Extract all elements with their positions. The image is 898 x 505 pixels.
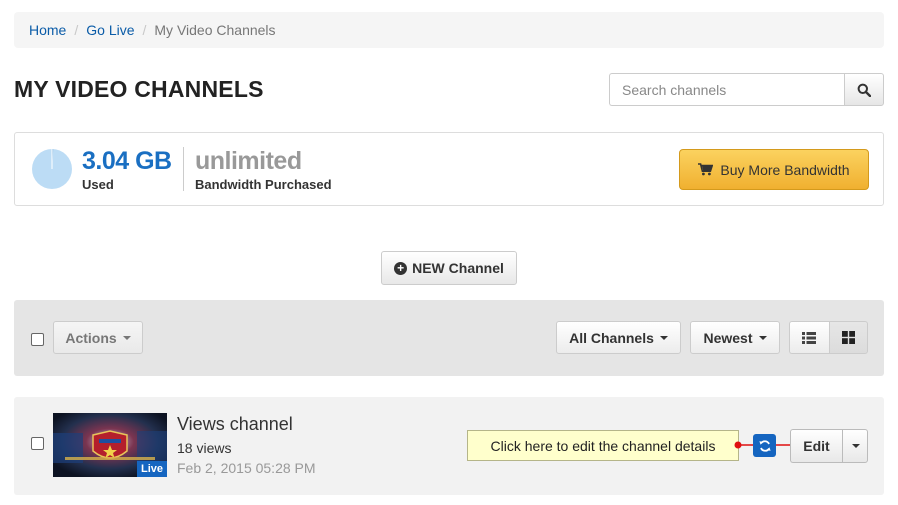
bandwidth-panel: 3.04 GB Used unlimited Bandwidth Purchas…	[14, 132, 884, 206]
edit-options-dropdown[interactable]	[842, 429, 868, 463]
edit-split-button: Edit	[790, 429, 868, 463]
sort-label: Newest	[703, 329, 753, 346]
bandwidth-usage-pie	[32, 149, 72, 189]
search-box	[609, 73, 884, 106]
channel-filter-label: All Channels	[569, 329, 654, 346]
breadcrumb: Home / Go Live / My Video Channels	[14, 12, 884, 48]
list-view-button[interactable]	[789, 321, 829, 354]
channel-list-item: Live Views channel 18 views Feb 2, 2015 …	[14, 397, 884, 495]
search-input[interactable]	[609, 73, 844, 106]
sort-dropdown[interactable]: Newest	[690, 321, 780, 354]
shopping-cart-icon	[698, 163, 714, 176]
sync-icon[interactable]	[753, 434, 776, 457]
actions-label: Actions	[65, 329, 117, 346]
breadcrumb-separator: /	[142, 22, 147, 38]
search-button[interactable]	[844, 73, 884, 106]
select-all-checkbox[interactable]	[31, 333, 44, 346]
grid-view-button[interactable]	[828, 321, 868, 354]
bandwidth-used-value: 3.04 GB	[82, 147, 172, 175]
actions-dropdown[interactable]: Actions	[53, 321, 143, 354]
channel-select-checkbox[interactable]	[31, 437, 44, 450]
new-channel-button[interactable]: + NEW Channel	[381, 251, 517, 285]
breadcrumb-home-link[interactable]: Home	[29, 22, 66, 38]
breadcrumb-go-live-link[interactable]: Go Live	[86, 22, 134, 38]
edit-hint-tooltip: Click here to edit the channel details	[467, 430, 739, 461]
chevron-down-icon	[758, 335, 767, 340]
channels-toolbar: Actions All Channels Newest	[14, 300, 884, 376]
bandwidth-purchased-value: unlimited	[195, 147, 302, 175]
refresh-glyph	[758, 439, 771, 452]
live-badge: Live	[136, 461, 167, 477]
breadcrumb-current: My Video Channels	[154, 22, 276, 38]
channel-views: 18 views	[177, 440, 232, 456]
channel-name[interactable]: Views channel	[177, 414, 293, 435]
chevron-down-icon	[659, 335, 668, 340]
channel-filter-dropdown[interactable]: All Channels	[556, 321, 681, 354]
list-view-icon	[802, 331, 817, 344]
bandwidth-used-label: Used	[82, 177, 114, 192]
grid-view-icon	[841, 331, 855, 344]
channel-date: Feb 2, 2015 05:28 PM	[177, 460, 316, 476]
chevron-down-icon	[852, 444, 860, 448]
new-channel-label: NEW Channel	[412, 260, 504, 276]
divider	[183, 147, 184, 191]
view-toggle	[789, 321, 868, 354]
buy-more-bandwidth-label: Buy More Bandwidth	[720, 161, 850, 178]
chevron-down-icon	[122, 335, 131, 340]
bandwidth-purchased-label: Bandwidth Purchased	[195, 177, 332, 192]
buy-more-bandwidth-button[interactable]: Buy More Bandwidth	[679, 149, 869, 190]
search-icon	[857, 83, 871, 97]
plus-circle-icon: +	[394, 261, 408, 275]
channel-thumbnail[interactable]: Live	[53, 413, 167, 477]
edit-button[interactable]: Edit	[790, 429, 842, 463]
page-title: MY VIDEO CHANNELS	[14, 76, 264, 102]
breadcrumb-separator: /	[74, 22, 79, 38]
